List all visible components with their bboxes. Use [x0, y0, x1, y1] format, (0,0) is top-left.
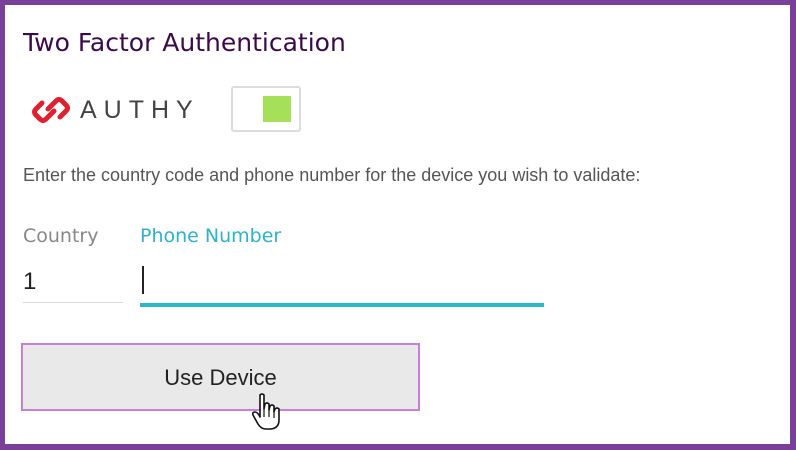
phone-number-input[interactable]: [140, 261, 544, 307]
country-code-input[interactable]: [23, 261, 123, 303]
authy-logo-icon: [32, 97, 70, 123]
authy-logo: AUTHY: [32, 93, 212, 129]
window-frame: Two Factor Authentication AUTHY Enter th…: [0, 0, 796, 450]
authy-wordmark: AUTHY: [80, 96, 200, 124]
text-caret: [142, 266, 144, 294]
country-field: Country: [23, 223, 123, 305]
page-title: Two Factor Authentication: [23, 28, 346, 57]
instructions-text: Enter the country code and phone number …: [23, 165, 641, 185]
phone-field: Phone Number: [140, 223, 544, 307]
use-device-button-label: Use Device: [164, 365, 277, 390]
toggle-knob: [263, 96, 291, 122]
authy-enable-toggle[interactable]: [231, 86, 301, 132]
country-label: Country: [23, 225, 99, 247]
phone-number-label: Phone Number: [140, 225, 282, 247]
use-device-button[interactable]: Use Device: [21, 343, 420, 411]
